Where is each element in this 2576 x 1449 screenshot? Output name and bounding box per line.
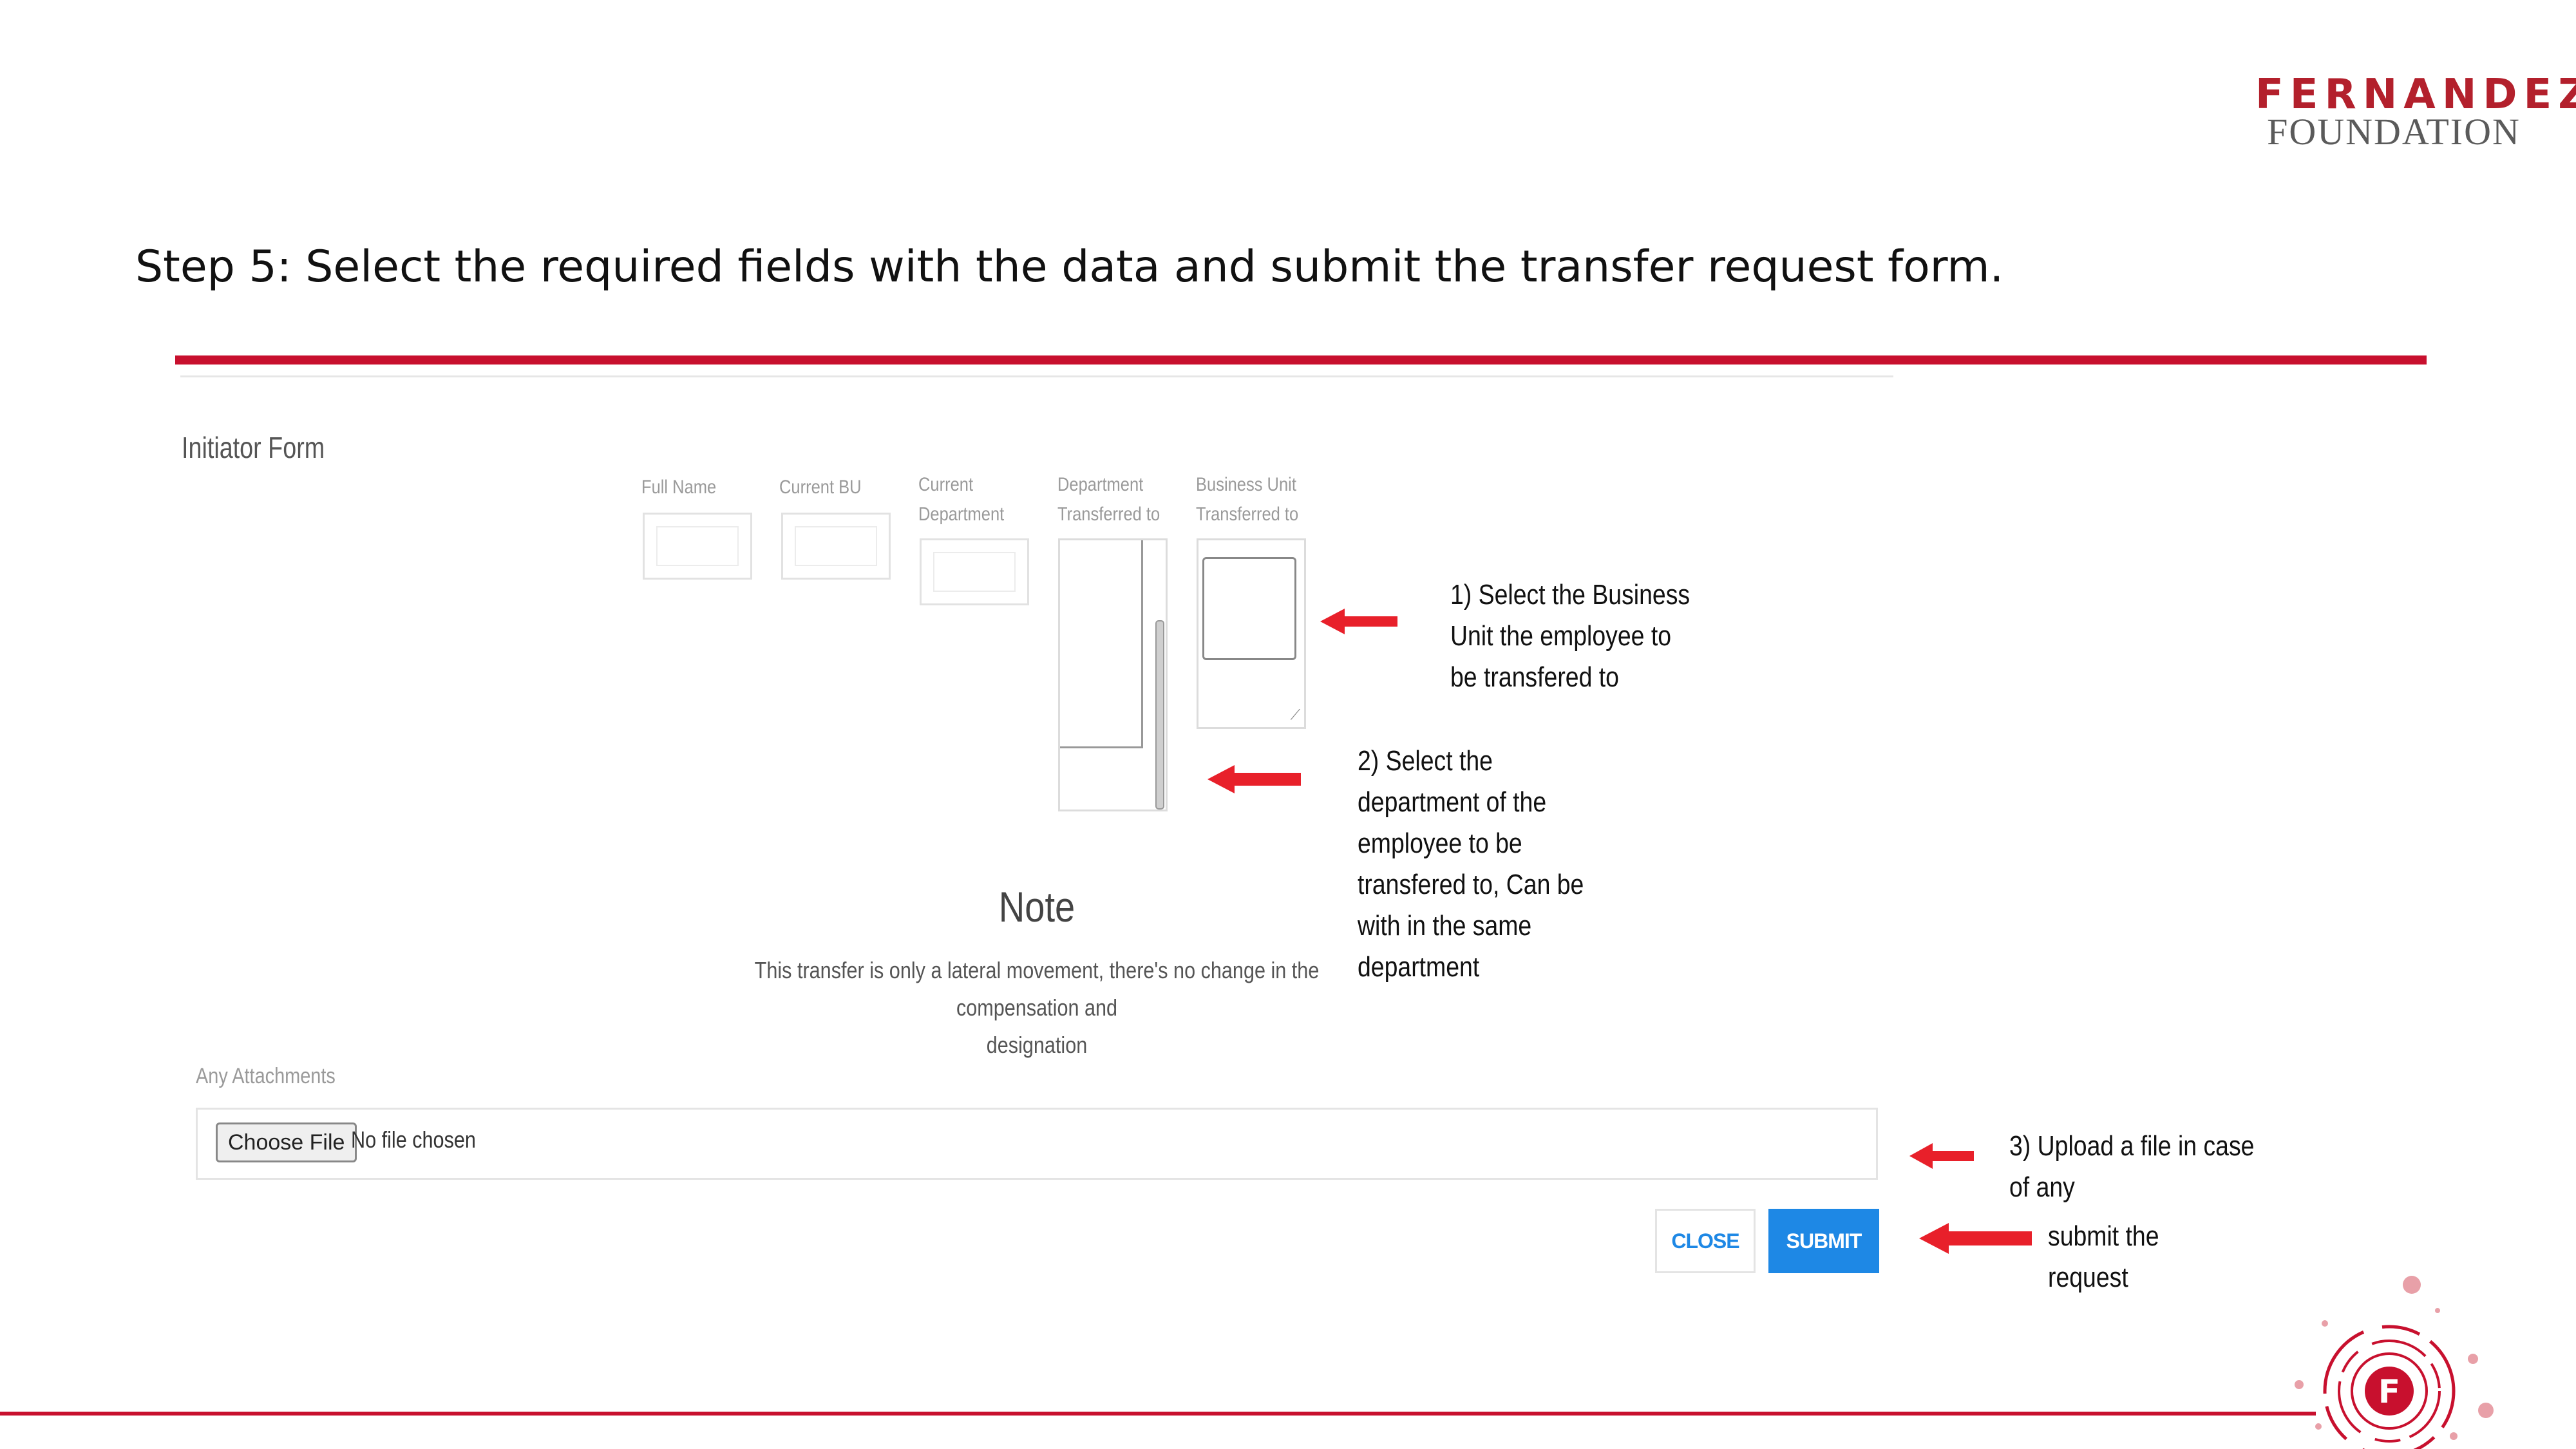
header-divider bbox=[175, 355, 2427, 365]
annotation-1-line: 1) Select the Business bbox=[1450, 579, 1690, 611]
label-dept-transferred-l2: Transferred to bbox=[1057, 504, 1160, 525]
form-title: Initiator Form bbox=[182, 431, 325, 464]
annotation-4-line: request bbox=[2048, 1262, 2128, 1293]
annotation-3: 3) Upload a file in case of any bbox=[2009, 1126, 2254, 1208]
svg-text:F: F bbox=[2378, 1373, 2400, 1410]
arrow-icon-4 bbox=[1919, 1223, 2032, 1254]
annotation-2-line: department bbox=[1358, 951, 1480, 983]
annotation-4-line: submit the bbox=[2048, 1220, 2159, 1252]
submit-button[interactable]: SUBMIT bbox=[1768, 1209, 1879, 1273]
arrow-icon-1 bbox=[1320, 609, 1397, 634]
annotation-3-line: of any bbox=[2009, 1171, 2075, 1203]
label-current-bu: Current BU bbox=[779, 477, 862, 498]
logo-foundation-text: FOUNDATION bbox=[2267, 111, 2521, 153]
note-title: Note bbox=[998, 883, 1075, 931]
label-full-name: Full Name bbox=[641, 477, 717, 498]
label-bu-transferred-l1: Business Unit bbox=[1196, 474, 1296, 495]
arrow-icon-2 bbox=[1208, 765, 1301, 793]
label-current-department-l1: Current bbox=[918, 474, 974, 495]
file-status: No file chosen bbox=[351, 1126, 476, 1153]
resize-handle-icon[interactable]: ⟋ bbox=[1291, 706, 1300, 723]
annotation-1-line: be transfered to bbox=[1450, 661, 1619, 693]
annotation-2-line: 2) Select the bbox=[1358, 745, 1493, 777]
label-current-department-l2: Department bbox=[918, 504, 1005, 525]
attachments-field: Choose File No file chosen bbox=[196, 1108, 1878, 1180]
annotation-2-line: department of the bbox=[1358, 786, 1547, 818]
annotation-2-line: employee to be bbox=[1358, 828, 1522, 859]
annotation-1-line: Unit the employee to bbox=[1450, 620, 1672, 652]
note-text-line: This transfer is only a lateral movement… bbox=[754, 957, 1320, 1021]
annotation-2-line: transfered to, Can be bbox=[1358, 869, 1584, 900]
close-button[interactable]: CLOSE bbox=[1655, 1209, 1756, 1273]
slide-heading: Step 5: Select the required fields with … bbox=[135, 242, 2004, 292]
current-department-field[interactable] bbox=[920, 538, 1029, 605]
arrow-icon-3 bbox=[1909, 1143, 1974, 1169]
label-bu-transferred-l2: Transferred to bbox=[1196, 504, 1299, 525]
annotation-2-line: with in the same bbox=[1358, 910, 1532, 942]
annotation-1: 1) Select the Business Unit the employee… bbox=[1450, 574, 1690, 698]
department-scrollbar[interactable] bbox=[1155, 620, 1164, 810]
full-name-field[interactable] bbox=[643, 513, 752, 580]
label-dept-transferred-l1: Department bbox=[1057, 474, 1144, 495]
annotation-4: submit the request bbox=[2048, 1216, 2159, 1298]
department-transferred-select[interactable] bbox=[1058, 538, 1168, 811]
footer-divider bbox=[0, 1412, 2316, 1416]
business-unit-transferred-select[interactable]: ⟋ bbox=[1197, 538, 1306, 729]
note-text: This transfer is only a lateral movement… bbox=[692, 952, 1382, 1064]
note-text-line: designation bbox=[986, 1032, 1088, 1058]
annotation-3-line: 3) Upload a file in case bbox=[2009, 1130, 2255, 1162]
form-top-border bbox=[180, 375, 1893, 377]
fernandez-emblem-icon: F bbox=[2295, 1276, 2494, 1449]
attachments-label: Any Attachments bbox=[196, 1064, 336, 1088]
current-bu-field[interactable] bbox=[781, 513, 891, 580]
annotation-2: 2) Select the department of the employee… bbox=[1358, 741, 1584, 988]
choose-file-button[interactable]: Choose File bbox=[216, 1122, 357, 1162]
